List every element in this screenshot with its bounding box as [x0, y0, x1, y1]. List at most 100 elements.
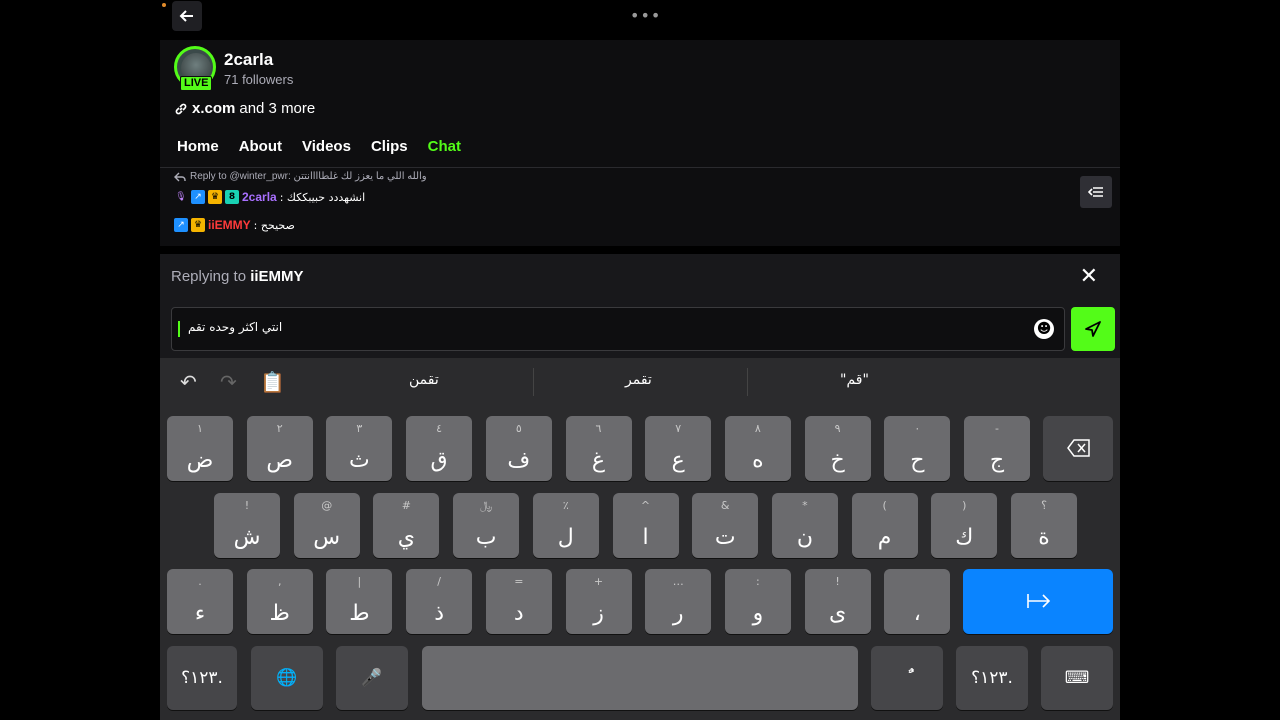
numbers-key-right[interactable]: ١٢٣؟. — [956, 646, 1028, 710]
text-caret — [178, 321, 180, 337]
chat-username[interactable]: 2carla — [242, 190, 277, 204]
keyboard-key[interactable]: ) ك — [931, 493, 998, 558]
chat-message[interactable]: ↗ ♛ iiEMMY : صحيحح — [174, 218, 295, 232]
key-secondary-label: ٠ — [914, 422, 921, 435]
send-icon — [1085, 321, 1101, 337]
keyboard-key[interactable]: ؟ ة — [1011, 493, 1077, 558]
key-label: ض — [186, 448, 214, 473]
reply-context[interactable]: Reply to @winter_pwr: والله اللي ما يعزز… — [174, 171, 427, 182]
dictation-key[interactable]: 🎤 — [336, 646, 408, 710]
collapse-chat-button[interactable] — [1080, 176, 1112, 208]
key-label: ر — [672, 601, 684, 626]
link-more[interactable]: and 3 more — [239, 100, 315, 117]
space-key[interactable] — [422, 646, 858, 710]
key-label: ب — [475, 525, 497, 550]
keyboard-key[interactable]: ٥ف — [485, 416, 552, 481]
tab-about[interactable]: About — [236, 138, 285, 155]
keyboard-key[interactable]: ٪ ل — [532, 493, 599, 558]
keyboard-key[interactable]: ١ض — [167, 416, 233, 481]
keyboard-key[interactable]: ٣ث — [326, 416, 393, 481]
live-badge: LIVE — [180, 76, 213, 91]
keyboard-key[interactable]: .ء — [167, 569, 233, 634]
clipboard-icon[interactable]: 📋 — [260, 370, 285, 394]
send-button[interactable] — [1071, 307, 1115, 351]
keyboard-key[interactable]: / ذ — [406, 569, 473, 634]
globe-icon: 🌐 — [276, 668, 298, 688]
key-label: ذ — [434, 601, 444, 626]
keyboard-key[interactable]: = د — [485, 569, 552, 634]
tab-videos[interactable]: Videos — [299, 138, 354, 155]
social-links[interactable]: x.com and 3 more — [174, 100, 315, 117]
key-secondary-label: ^ — [640, 499, 651, 512]
redo-icon[interactable]: ↷ — [220, 370, 237, 394]
hide-keyboard-key[interactable]: ⌨ — [1041, 646, 1113, 710]
tab-chat[interactable]: Chat — [425, 138, 464, 155]
key-label: ن — [796, 525, 813, 550]
keyboard-key[interactable]: ﷼ ب — [453, 493, 520, 558]
keyboard-key[interactable]: ! ش — [214, 493, 280, 558]
return-key[interactable] — [963, 569, 1113, 634]
keyboard-key[interactable]: -ج — [964, 416, 1030, 481]
language-key[interactable]: 🌐 — [251, 646, 323, 710]
keyboard-key[interactable]: & ت — [692, 493, 759, 558]
key-label: د — [513, 601, 524, 626]
key-label: ث — [349, 448, 370, 473]
suggestion-3[interactable]: "قم" — [840, 372, 869, 388]
keyboard-key[interactable]: | ط — [326, 569, 393, 634]
keyboard-key[interactable]: ,ظ — [246, 569, 313, 634]
keyboard-key[interactable]: + ز — [565, 569, 632, 634]
key-label: ص — [266, 448, 293, 473]
keyboard-key[interactable]: ٨ه — [724, 416, 791, 481]
key-secondary-label: - — [995, 422, 999, 435]
keyboard-key[interactable]: ٢ص — [246, 416, 313, 481]
key-label: ل — [557, 525, 574, 550]
suggestion-1[interactable]: تقمن — [409, 372, 439, 388]
keyboard-key[interactable]: ، — [884, 569, 951, 634]
numbers-key[interactable]: ١٢٣؟. — [167, 646, 237, 710]
vip-badge-icon: ↗ — [191, 190, 205, 204]
suggestion-2[interactable]: تقمر — [625, 372, 652, 388]
crown-badge-icon: ♛ — [191, 218, 205, 232]
key-secondary-label: * — [802, 499, 808, 512]
keyboard-key[interactable]: # ي — [373, 493, 440, 558]
key-label: ي — [397, 525, 415, 550]
close-reply-icon[interactable]: ✕ — [1080, 264, 1098, 289]
keyboard-key[interactable]: * ن — [771, 493, 838, 558]
tab-clips[interactable]: Clips — [368, 138, 411, 155]
channel-name[interactable]: 2carla — [224, 50, 273, 70]
more-options-icon[interactable]: ••• — [630, 6, 661, 25]
diacritics-key[interactable]: ًٌ — [871, 646, 943, 710]
backspace-key[interactable] — [1043, 416, 1113, 481]
emoji-icon[interactable]: ☻ — [1034, 319, 1054, 339]
keyboard-key[interactable]: ! ى — [804, 569, 871, 634]
chat-input[interactable]: انتي اكثر وحده تقم ☻ — [171, 307, 1065, 351]
key-label: ه — [752, 448, 764, 473]
chat-username[interactable]: iiEMMY — [208, 218, 251, 232]
keyboard-key[interactable]: ^ ا — [612, 493, 679, 558]
keyboard-icon: ⌨ — [1064, 668, 1090, 688]
back-button[interactable] — [172, 1, 202, 31]
link-main[interactable]: x.com — [192, 100, 235, 117]
tab-home[interactable]: Home — [174, 138, 222, 155]
channel-tabs: Home About Videos Clips Chat — [174, 138, 464, 155]
keyboard-key[interactable]: … ر — [645, 569, 712, 634]
keyboard-key[interactable]: ٠ح — [884, 416, 951, 481]
keyboard-key[interactable]: ٤ق — [406, 416, 473, 481]
keyboard-key[interactable]: ٩خ — [804, 416, 871, 481]
follower-count: 71 followers — [224, 72, 294, 87]
keyboard-key[interactable]: ٧ع — [645, 416, 712, 481]
key-secondary-label: & — [720, 499, 730, 512]
key-secondary-label: , — [277, 575, 282, 588]
key-label: ز — [593, 601, 604, 626]
keyboard-key[interactable]: :و — [724, 569, 791, 634]
keyboard-key[interactable]: @ س — [293, 493, 360, 558]
undo-icon[interactable]: ↶ — [180, 370, 197, 394]
chat-message[interactable]: 🎙 ↗ ♛ 8 2carla : انشهددد حبيبككك — [174, 190, 365, 204]
reply-context-text: Reply to @winter_pwr: والله اللي ما يعزز… — [190, 171, 427, 182]
key-secondary-label: ) — [962, 499, 967, 512]
keyboard-key[interactable]: ٦غ — [565, 416, 632, 481]
key-label: ، — [913, 601, 921, 626]
microphone-icon: 🎤 — [361, 668, 383, 688]
keyboard-key[interactable]: (م — [851, 493, 918, 558]
key-secondary-label: : — [756, 575, 760, 588]
